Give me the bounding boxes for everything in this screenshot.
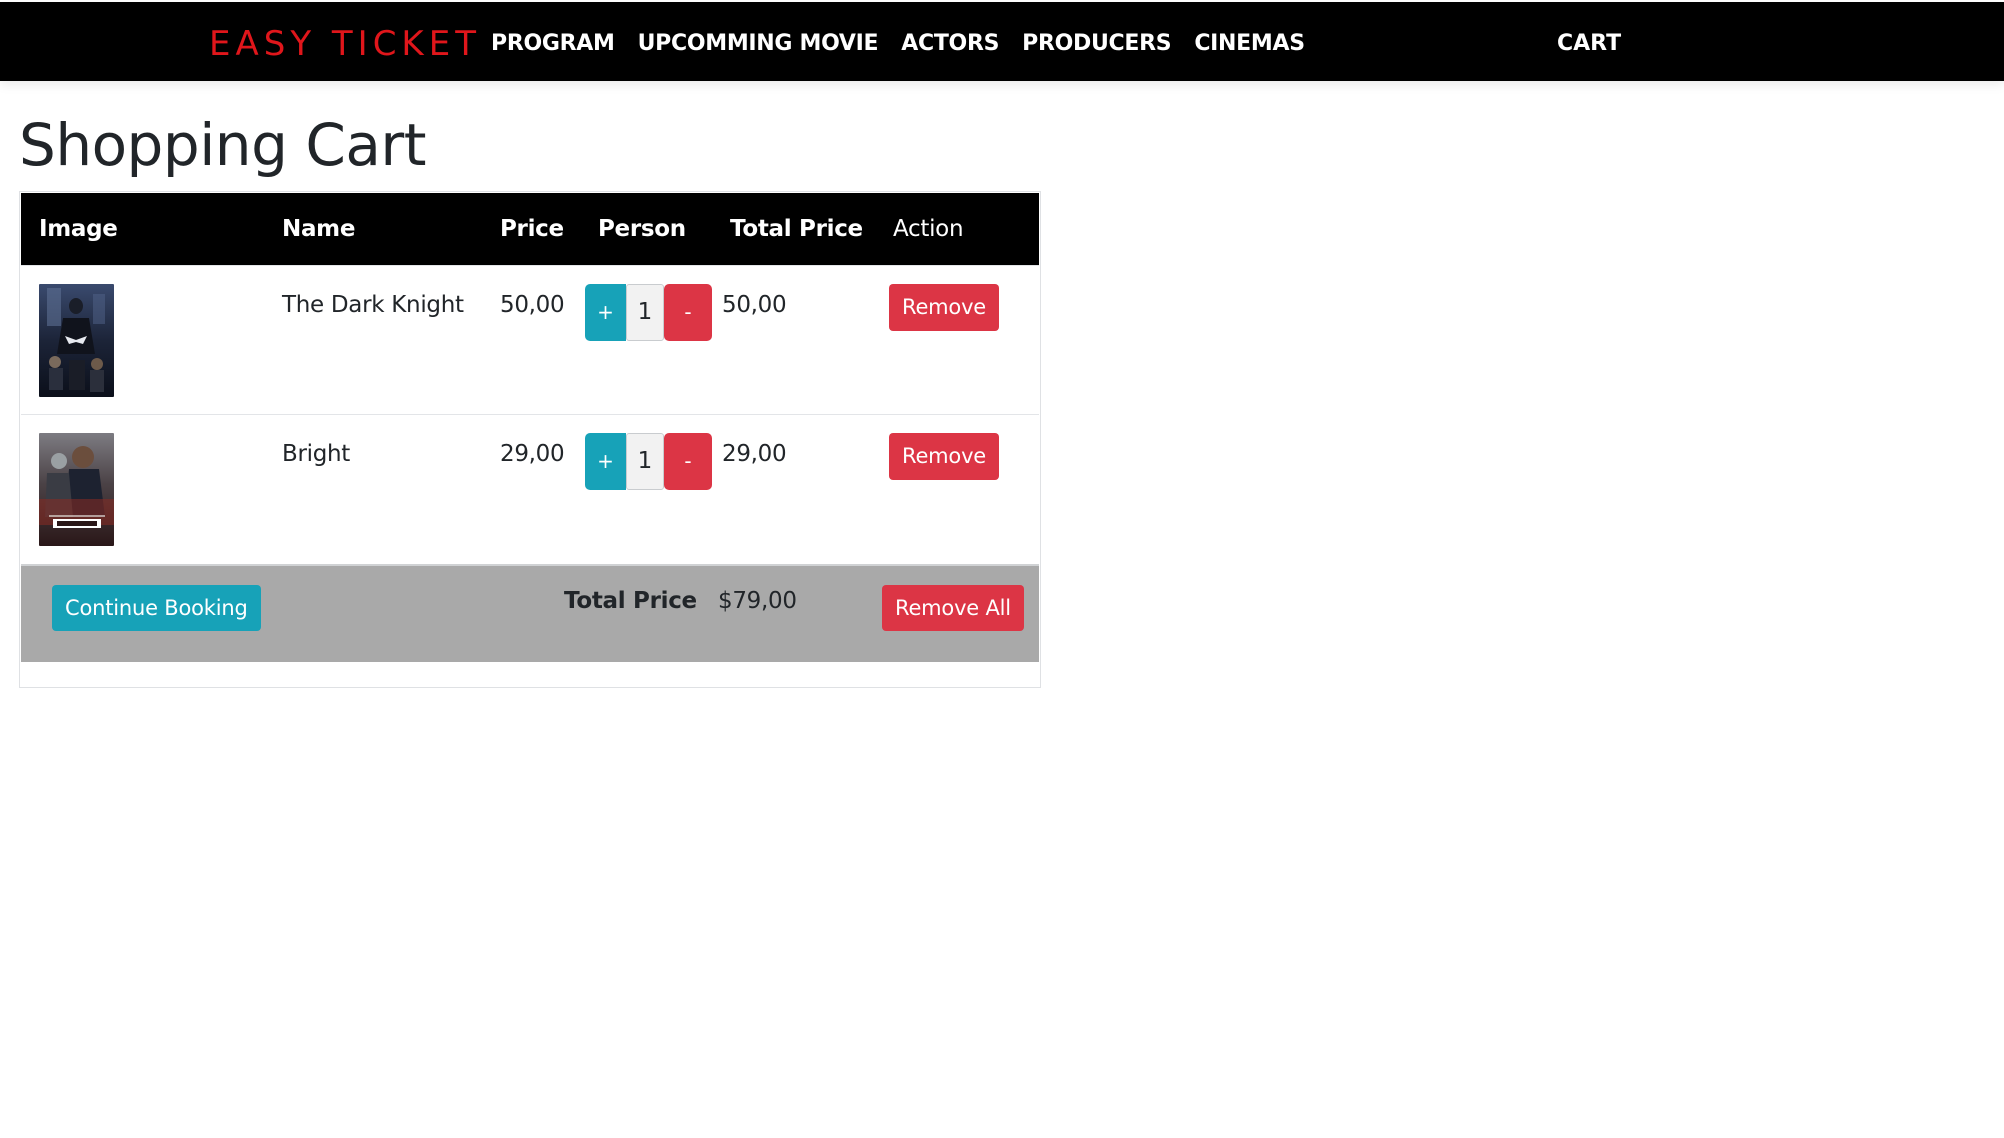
image-cell (21, 264, 264, 414)
person-cell: + - (580, 264, 712, 414)
continue-booking-button[interactable]: Continue Booking (52, 585, 261, 631)
quantity-stepper: + - (585, 432, 712, 490)
action-cell: Remove (875, 413, 1039, 563)
nav-link-actors[interactable]: ACTORS (901, 28, 999, 60)
nav-link-program[interactable]: PROGRAM (491, 28, 615, 60)
price-cell: 50,00 (482, 264, 580, 414)
nav-link-cinemas[interactable]: CINEMAS (1194, 28, 1305, 60)
name-cell: The Dark Knight (264, 264, 482, 414)
image-cell (21, 413, 264, 563)
grand-total-value: $79,00 (718, 588, 797, 614)
table-row: The Dark Knight 50,00 + - 50,00 Remove (21, 264, 1039, 414)
remove-button[interactable]: Remove (889, 283, 1000, 331)
person-cell: + - (580, 413, 712, 563)
decrease-quantity-button[interactable]: - (664, 432, 712, 490)
action-cell: Remove (875, 264, 1039, 414)
total-cell: 50,00 (712, 264, 875, 414)
table-header-row: Image Name Price Person Total Price Acti… (21, 193, 1039, 265)
price-cell: 29,00 (482, 413, 580, 563)
name-cell: Bright (264, 413, 482, 563)
table-row: Bright 29,00 + - 29,00 Remove (21, 413, 1039, 563)
quantity-input[interactable] (626, 432, 664, 490)
top-navbar: EASY TICKET PROGRAM UPCOMMING MOVIE ACTO… (0, 2, 2004, 81)
page-title: Shopping Cart (19, 111, 426, 179)
grand-total-label: Total Price (564, 588, 697, 614)
nav-link-upcoming-movie[interactable]: UPCOMMING MOVIE (638, 28, 879, 60)
cart-panel: Image Name Price Person Total Price Acti… (19, 191, 1041, 688)
remove-all-button[interactable]: Remove All (882, 585, 1024, 631)
header-price: Price (482, 193, 580, 265)
increase-quantity-button[interactable]: + (585, 283, 626, 341)
header-name: Name (264, 193, 482, 265)
decrease-quantity-button[interactable]: - (664, 283, 712, 341)
header-person: Person (580, 193, 712, 265)
cart-footer: Continue Booking Total Price $79,00 Remo… (21, 564, 1039, 662)
quantity-input[interactable] (626, 283, 664, 341)
increase-quantity-button[interactable]: + (585, 432, 626, 490)
total-cell: 29,00 (712, 413, 875, 563)
nav-link-producers[interactable]: PRODUCERS (1022, 28, 1171, 60)
header-image: Image (21, 193, 264, 265)
header-total-price: Total Price (712, 193, 875, 265)
quantity-stepper: + - (585, 283, 712, 341)
cart-table: Image Name Price Person Total Price Acti… (21, 193, 1039, 563)
nav-link-cart[interactable]: CART (1557, 28, 1621, 60)
bright-poster-icon (39, 432, 114, 546)
nav-links: PROGRAM UPCOMMING MOVIE ACTORS PRODUCERS… (491, 28, 1328, 60)
dark-knight-poster-icon (39, 283, 114, 397)
remove-button[interactable]: Remove (889, 432, 1000, 480)
brand-logo[interactable]: EASY TICKET (209, 22, 481, 66)
header-action: Action (875, 193, 1039, 265)
